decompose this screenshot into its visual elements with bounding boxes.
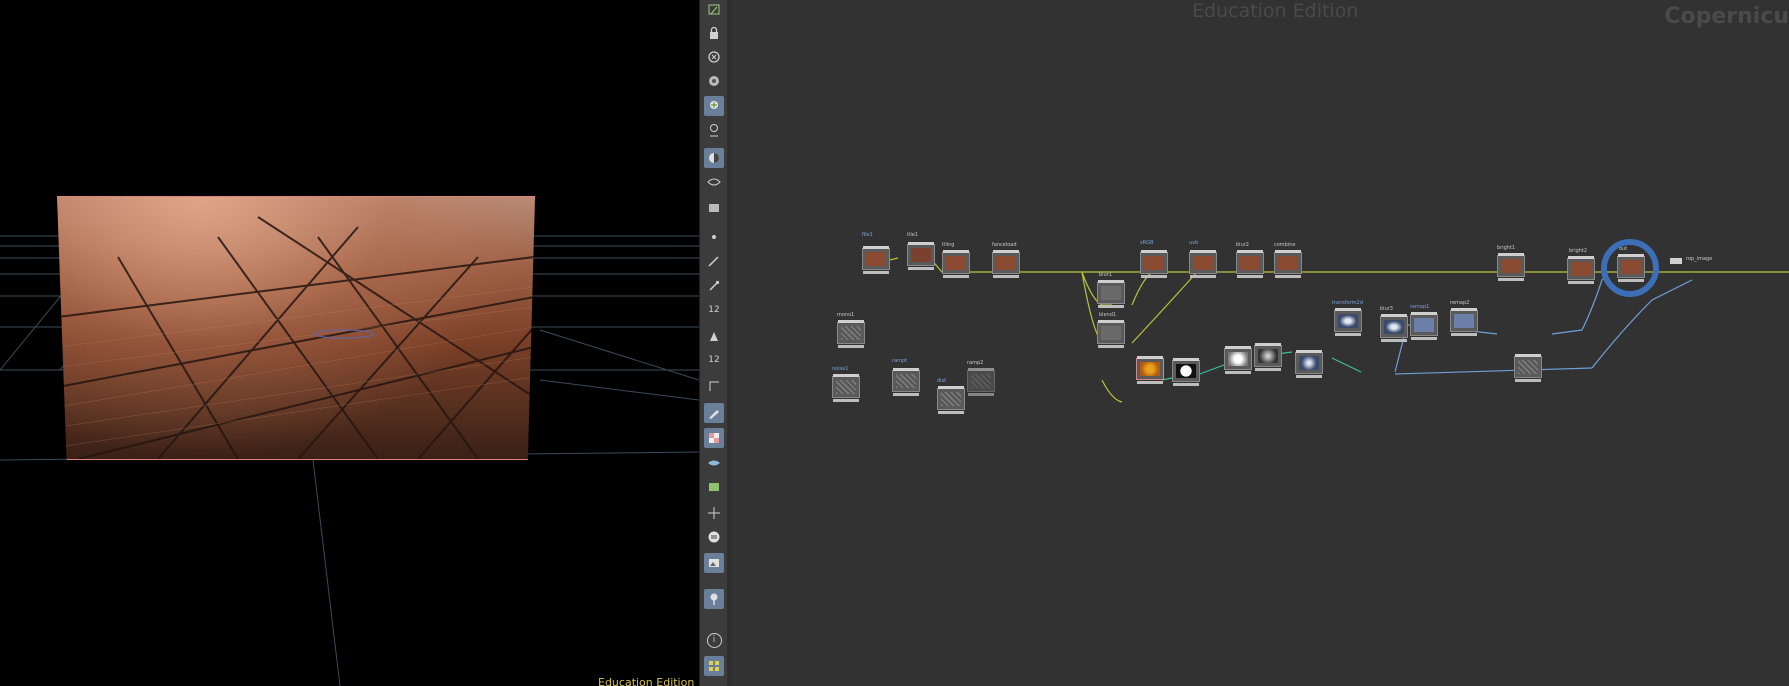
node-uvb-label: uvb — [1189, 240, 1199, 246]
eye-icon[interactable] — [704, 453, 724, 473]
pen-icon[interactable] — [704, 403, 724, 423]
node-combine-label: combine — [1274, 242, 1296, 248]
node-soft[interactable] — [1254, 343, 1282, 371]
node-combine[interactable] — [1274, 250, 1302, 278]
node-fanceload-label: fanceload — [992, 242, 1017, 248]
node-circle[interactable] — [1172, 358, 1200, 386]
counter-12-icon[interactable]: 12 — [704, 300, 724, 320]
node-file1[interactable] — [862, 246, 890, 274]
node-uvb[interactable] — [1189, 250, 1217, 278]
node-dist-label: dist — [937, 378, 947, 384]
node-tiling-label: tiling — [942, 242, 955, 248]
node-blend1-label: blend1 — [1099, 312, 1117, 318]
node-mono1-label: mono1 — [837, 312, 855, 318]
node-remap1-label: remap1 — [1410, 304, 1430, 310]
node-remap1[interactable] — [1410, 312, 1438, 340]
grid-icon[interactable] — [704, 656, 724, 676]
node-mono1[interactable] — [837, 320, 865, 348]
node-transform2d[interactable] — [1334, 308, 1362, 336]
node-blend1[interactable] — [1097, 320, 1125, 348]
node-bright2[interactable] — [1567, 256, 1595, 284]
checker-icon[interactable] — [704, 428, 724, 448]
node-tile1[interactable] — [907, 242, 935, 270]
node-bright1[interactable] — [1497, 253, 1525, 281]
node-srgb-label: sRGB — [1140, 240, 1154, 246]
camera-icon[interactable] — [704, 71, 724, 91]
node-blur1-label: blur1 — [1099, 272, 1112, 278]
shading-icon[interactable] — [704, 148, 724, 168]
node-remap2[interactable] — [1450, 308, 1478, 336]
brush-icon[interactable] — [704, 251, 724, 271]
angle-icon[interactable] — [704, 376, 724, 396]
node-remap2-label: remap2 — [1450, 300, 1470, 306]
node-blur3-label: blur3 — [1380, 306, 1393, 312]
stamp-12-icon[interactable]: 12 — [704, 350, 724, 370]
node-transform2d-label: transform2d — [1332, 300, 1363, 306]
texture-icon[interactable] — [704, 477, 724, 497]
visibility-icon[interactable] — [704, 172, 724, 192]
add-light-icon[interactable] — [704, 96, 724, 116]
node-out-label: out — [1619, 246, 1628, 252]
dot-icon[interactable] — [704, 227, 724, 247]
node-fanceload[interactable] — [992, 250, 1020, 278]
transform-icon[interactable] — [704, 503, 724, 523]
node-blur2-label: blur2 — [1236, 242, 1249, 248]
node-tile1-label: tile1 — [907, 232, 918, 238]
node-rop-image[interactable] — [1670, 258, 1682, 264]
image-icon[interactable] — [704, 553, 724, 573]
node-out[interactable] — [1617, 254, 1645, 282]
info-icon[interactable]: i — [704, 630, 724, 650]
viewport-edition-watermark: Education Edition — [598, 676, 695, 686]
scene-viewport[interactable]: Education Edition — [0, 0, 699, 686]
node-ramp2[interactable] — [967, 368, 995, 396]
node-blur2[interactable] — [1236, 250, 1264, 278]
paint-icon[interactable] — [704, 326, 724, 346]
node-rop-image-label: rop_image — [1686, 256, 1713, 262]
eyedropper-icon[interactable] — [704, 276, 724, 296]
node-output-mono[interactable] — [1514, 354, 1542, 382]
select-icon[interactable] — [704, 0, 724, 20]
node-glow[interactable] — [1224, 346, 1252, 374]
node-blob[interactable] — [1295, 350, 1323, 378]
node-rampt-label: rampt — [892, 358, 908, 364]
viewport-toolbar: 12 12 i — [699, 0, 729, 686]
light-pin-icon[interactable] — [704, 120, 724, 140]
close-circle-icon[interactable] — [704, 47, 724, 67]
pin-icon[interactable] — [704, 589, 724, 609]
node-blur1[interactable] — [1097, 280, 1125, 308]
node-pattern[interactable] — [1136, 356, 1164, 384]
display-options-icon[interactable] — [704, 198, 724, 218]
node-tiling[interactable] — [942, 250, 970, 278]
node-srgb[interactable] — [1140, 250, 1168, 278]
list-icon[interactable] — [704, 527, 724, 547]
node-blur3[interactable] — [1380, 314, 1408, 342]
node-file1-label: file1 — [862, 232, 873, 238]
wood-floor-grid-preview[interactable] — [57, 196, 535, 460]
node-ramp2-label: ramp2 — [967, 360, 984, 366]
node-bright2-label: bright2 — [1569, 248, 1588, 254]
node-noise1-label: noise1 — [832, 366, 849, 372]
node-dist[interactable] — [937, 386, 965, 414]
network-editor[interactable]: Education Edition Copernicu file1 tile1 … — [732, 0, 1789, 686]
lock-icon[interactable] — [704, 23, 724, 43]
node-rampt[interactable] — [892, 368, 920, 396]
node-bright1-label: bright1 — [1497, 245, 1516, 251]
node-noise1[interactable] — [832, 374, 860, 402]
